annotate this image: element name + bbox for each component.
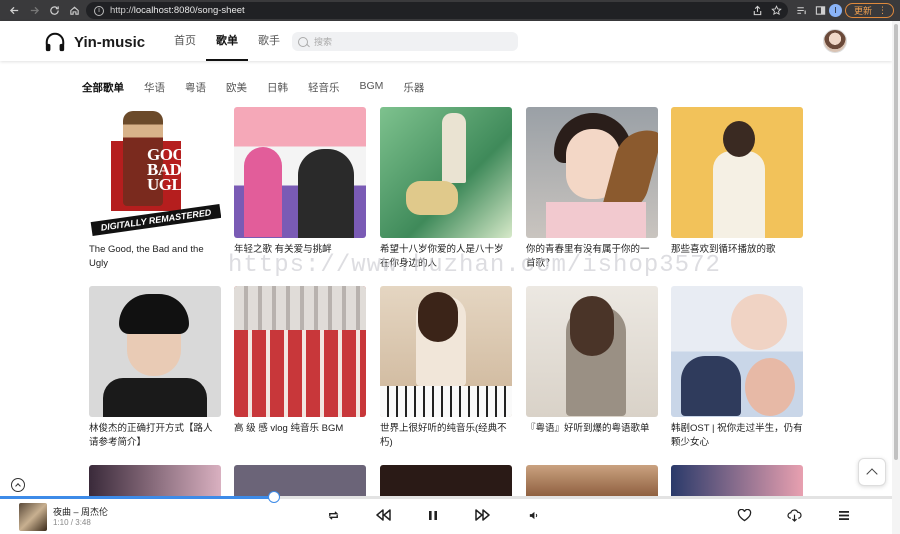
page-scrollbar-thumb[interactable] xyxy=(894,24,898,460)
logo[interactable]: Yin-music xyxy=(44,31,145,53)
playlist-card[interactable]: 韩剧OST | 祝你走过半生，仍有颗少女心 xyxy=(671,286,803,450)
category-western[interactable]: 欧美 xyxy=(226,80,247,95)
playlist-cover[interactable] xyxy=(234,286,366,417)
playlist-card[interactable]: 『粤语』好听到爆的粤语歌单 xyxy=(526,286,658,450)
browser-toolbar: i http://localhost:8080/song-sheet I 更新 … xyxy=(0,0,900,21)
playlist-card[interactable]: GOOD BAD UGLY DIGITALLY REMASTERED The G… xyxy=(89,107,221,271)
kebab-icon[interactable]: ⋮ xyxy=(878,6,887,15)
progress-handle[interactable] xyxy=(267,491,280,503)
category-instrument[interactable]: 乐器 xyxy=(403,80,424,95)
playlist-title[interactable]: 林俊杰的正确打开方式【路人请参考简介】 xyxy=(89,422,221,450)
playlist-title[interactable]: 韩剧OST | 祝你走过半生，仍有颗少女心 xyxy=(671,422,803,450)
collapse-player-button[interactable] xyxy=(11,478,25,492)
heart-icon[interactable] xyxy=(736,508,752,522)
playlist-title[interactable]: The Good, the Bad and the Ugly xyxy=(89,243,221,271)
category-cantonese[interactable]: 粤语 xyxy=(185,80,206,95)
profile-avatar[interactable]: I xyxy=(829,4,842,17)
search-box[interactable] xyxy=(292,32,518,51)
playlist-card[interactable]: 世界上很好听的纯音乐(经典不朽) xyxy=(380,286,512,450)
pause-icon[interactable] xyxy=(426,508,440,522)
playlist-card[interactable] xyxy=(234,465,366,499)
playlist-cover[interactable] xyxy=(671,107,803,238)
headphones-logo-icon xyxy=(45,32,65,52)
now-playing-title: 夜曲 – 周杰伦 xyxy=(53,507,109,517)
category-tabs: 全部歌单 华语 粤语 欧美 日韩 轻音乐 BGM 乐器 xyxy=(82,80,424,95)
url-path: localhost:8080/song-sheet xyxy=(133,5,245,16)
back-to-top-button[interactable] xyxy=(858,458,886,486)
previous-icon[interactable] xyxy=(374,508,392,522)
forward-icon[interactable] xyxy=(24,0,44,21)
sidebar-icon[interactable] xyxy=(815,0,826,21)
loop-icon[interactable] xyxy=(326,508,340,522)
reload-icon[interactable] xyxy=(44,0,64,21)
app-header: Yin-music 首页 歌单 歌手 xyxy=(0,21,892,61)
playlist-cover[interactable]: GOOD BAD UGLY DIGITALLY REMASTERED xyxy=(89,107,221,238)
playlist-card[interactable]: 高 级 感 vlog 纯音乐 BGM xyxy=(234,286,366,450)
music-player: 夜曲 – 周杰伦 1:10 / 3:48 xyxy=(0,491,892,534)
playlist-cover[interactable] xyxy=(380,465,512,499)
playlist-cover[interactable] xyxy=(671,465,803,499)
playlist-card[interactable]: 那些喜欢到循环播放的歌 xyxy=(671,107,803,271)
playlist-cover[interactable] xyxy=(89,286,221,417)
playback-time: 1:10 / 3:48 xyxy=(53,518,91,527)
home-icon[interactable] xyxy=(64,0,84,21)
address-bar[interactable]: i http://localhost:8080/song-sheet xyxy=(86,2,788,19)
progress-fill xyxy=(0,496,274,499)
nav-home[interactable]: 首页 xyxy=(164,21,206,61)
chevron-up-icon xyxy=(866,468,878,480)
playlist-title[interactable]: 世界上很好听的纯音乐(经典不朽) xyxy=(380,422,512,450)
playlist-cover[interactable] xyxy=(671,286,803,417)
menu-icon[interactable] xyxy=(837,508,851,522)
category-light-music[interactable]: 轻音乐 xyxy=(308,80,340,95)
playlist-cover[interactable] xyxy=(234,107,366,238)
playlist-card[interactable]: 希望十八岁你爱的人是八十岁在你身边的人 xyxy=(380,107,512,271)
playlist-cover[interactable] xyxy=(526,465,658,499)
playlist-card[interactable] xyxy=(671,465,803,499)
playlist-card[interactable]: 你的青春里有没有属于你的一首歌？ xyxy=(526,107,658,271)
share-icon[interactable] xyxy=(752,0,763,21)
nav-song-sheet[interactable]: 歌单 xyxy=(206,21,248,61)
chevron-up-icon xyxy=(15,483,21,489)
playlist-card[interactable] xyxy=(526,465,658,499)
playlist-card[interactable]: 年轻之歌 有关爱与挑衅 xyxy=(234,107,366,271)
playlist-title[interactable]: 希望十八岁你爱的人是八十岁在你身边的人 xyxy=(380,243,512,271)
playlist-cover[interactable] xyxy=(380,286,512,417)
playlist-title[interactable]: 『粤语』好听到爆的粤语歌单 xyxy=(526,422,658,450)
now-playing-cover[interactable] xyxy=(19,503,47,531)
logo-text: Yin-music xyxy=(74,33,146,51)
star-icon[interactable] xyxy=(771,0,782,21)
category-bgm[interactable]: BGM xyxy=(360,80,384,95)
next-icon[interactable] xyxy=(474,508,492,522)
playlist-card[interactable] xyxy=(89,465,221,499)
playlist-cover[interactable] xyxy=(526,107,658,238)
playlist-cover[interactable] xyxy=(234,465,366,499)
main-nav: 首页 歌单 歌手 xyxy=(164,21,290,61)
search-icon xyxy=(298,36,308,47)
category-chinese[interactable]: 华语 xyxy=(144,80,165,95)
cover-title-text: GOOD BAD UGLY xyxy=(147,145,197,194)
playlist-card[interactable]: 林俊杰的正确打开方式【路人请参考简介】 xyxy=(89,286,221,450)
playlist-icon[interactable] xyxy=(796,0,807,21)
info-icon[interactable]: i xyxy=(94,5,104,16)
playlist-title[interactable]: 高 级 感 vlog 纯音乐 BGM xyxy=(234,422,366,450)
search-input[interactable] xyxy=(314,36,494,47)
user-avatar[interactable] xyxy=(823,29,847,53)
playlist-card[interactable] xyxy=(380,465,512,499)
update-button[interactable]: 更新 ⋮ xyxy=(844,3,894,18)
playlist-title[interactable]: 年轻之歌 有关爱与挑衅 xyxy=(234,243,366,271)
category-jp-kr[interactable]: 日韩 xyxy=(267,80,288,95)
playlist-cover[interactable] xyxy=(89,465,221,499)
update-label: 更新 xyxy=(853,6,872,16)
volume-icon[interactable] xyxy=(526,508,540,522)
download-icon[interactable] xyxy=(786,508,802,522)
category-all[interactable]: 全部歌单 xyxy=(82,80,124,95)
url-scheme: http:// xyxy=(110,5,134,16)
playlist-title[interactable]: 那些喜欢到循环播放的歌 xyxy=(671,243,803,271)
nav-singer[interactable]: 歌手 xyxy=(248,21,290,61)
playlist-title[interactable]: 你的青春里有没有属于你的一首歌？ xyxy=(526,243,658,271)
playlist-cover[interactable] xyxy=(380,107,512,238)
back-icon[interactable] xyxy=(4,0,24,21)
playlist-cover[interactable] xyxy=(526,286,658,417)
